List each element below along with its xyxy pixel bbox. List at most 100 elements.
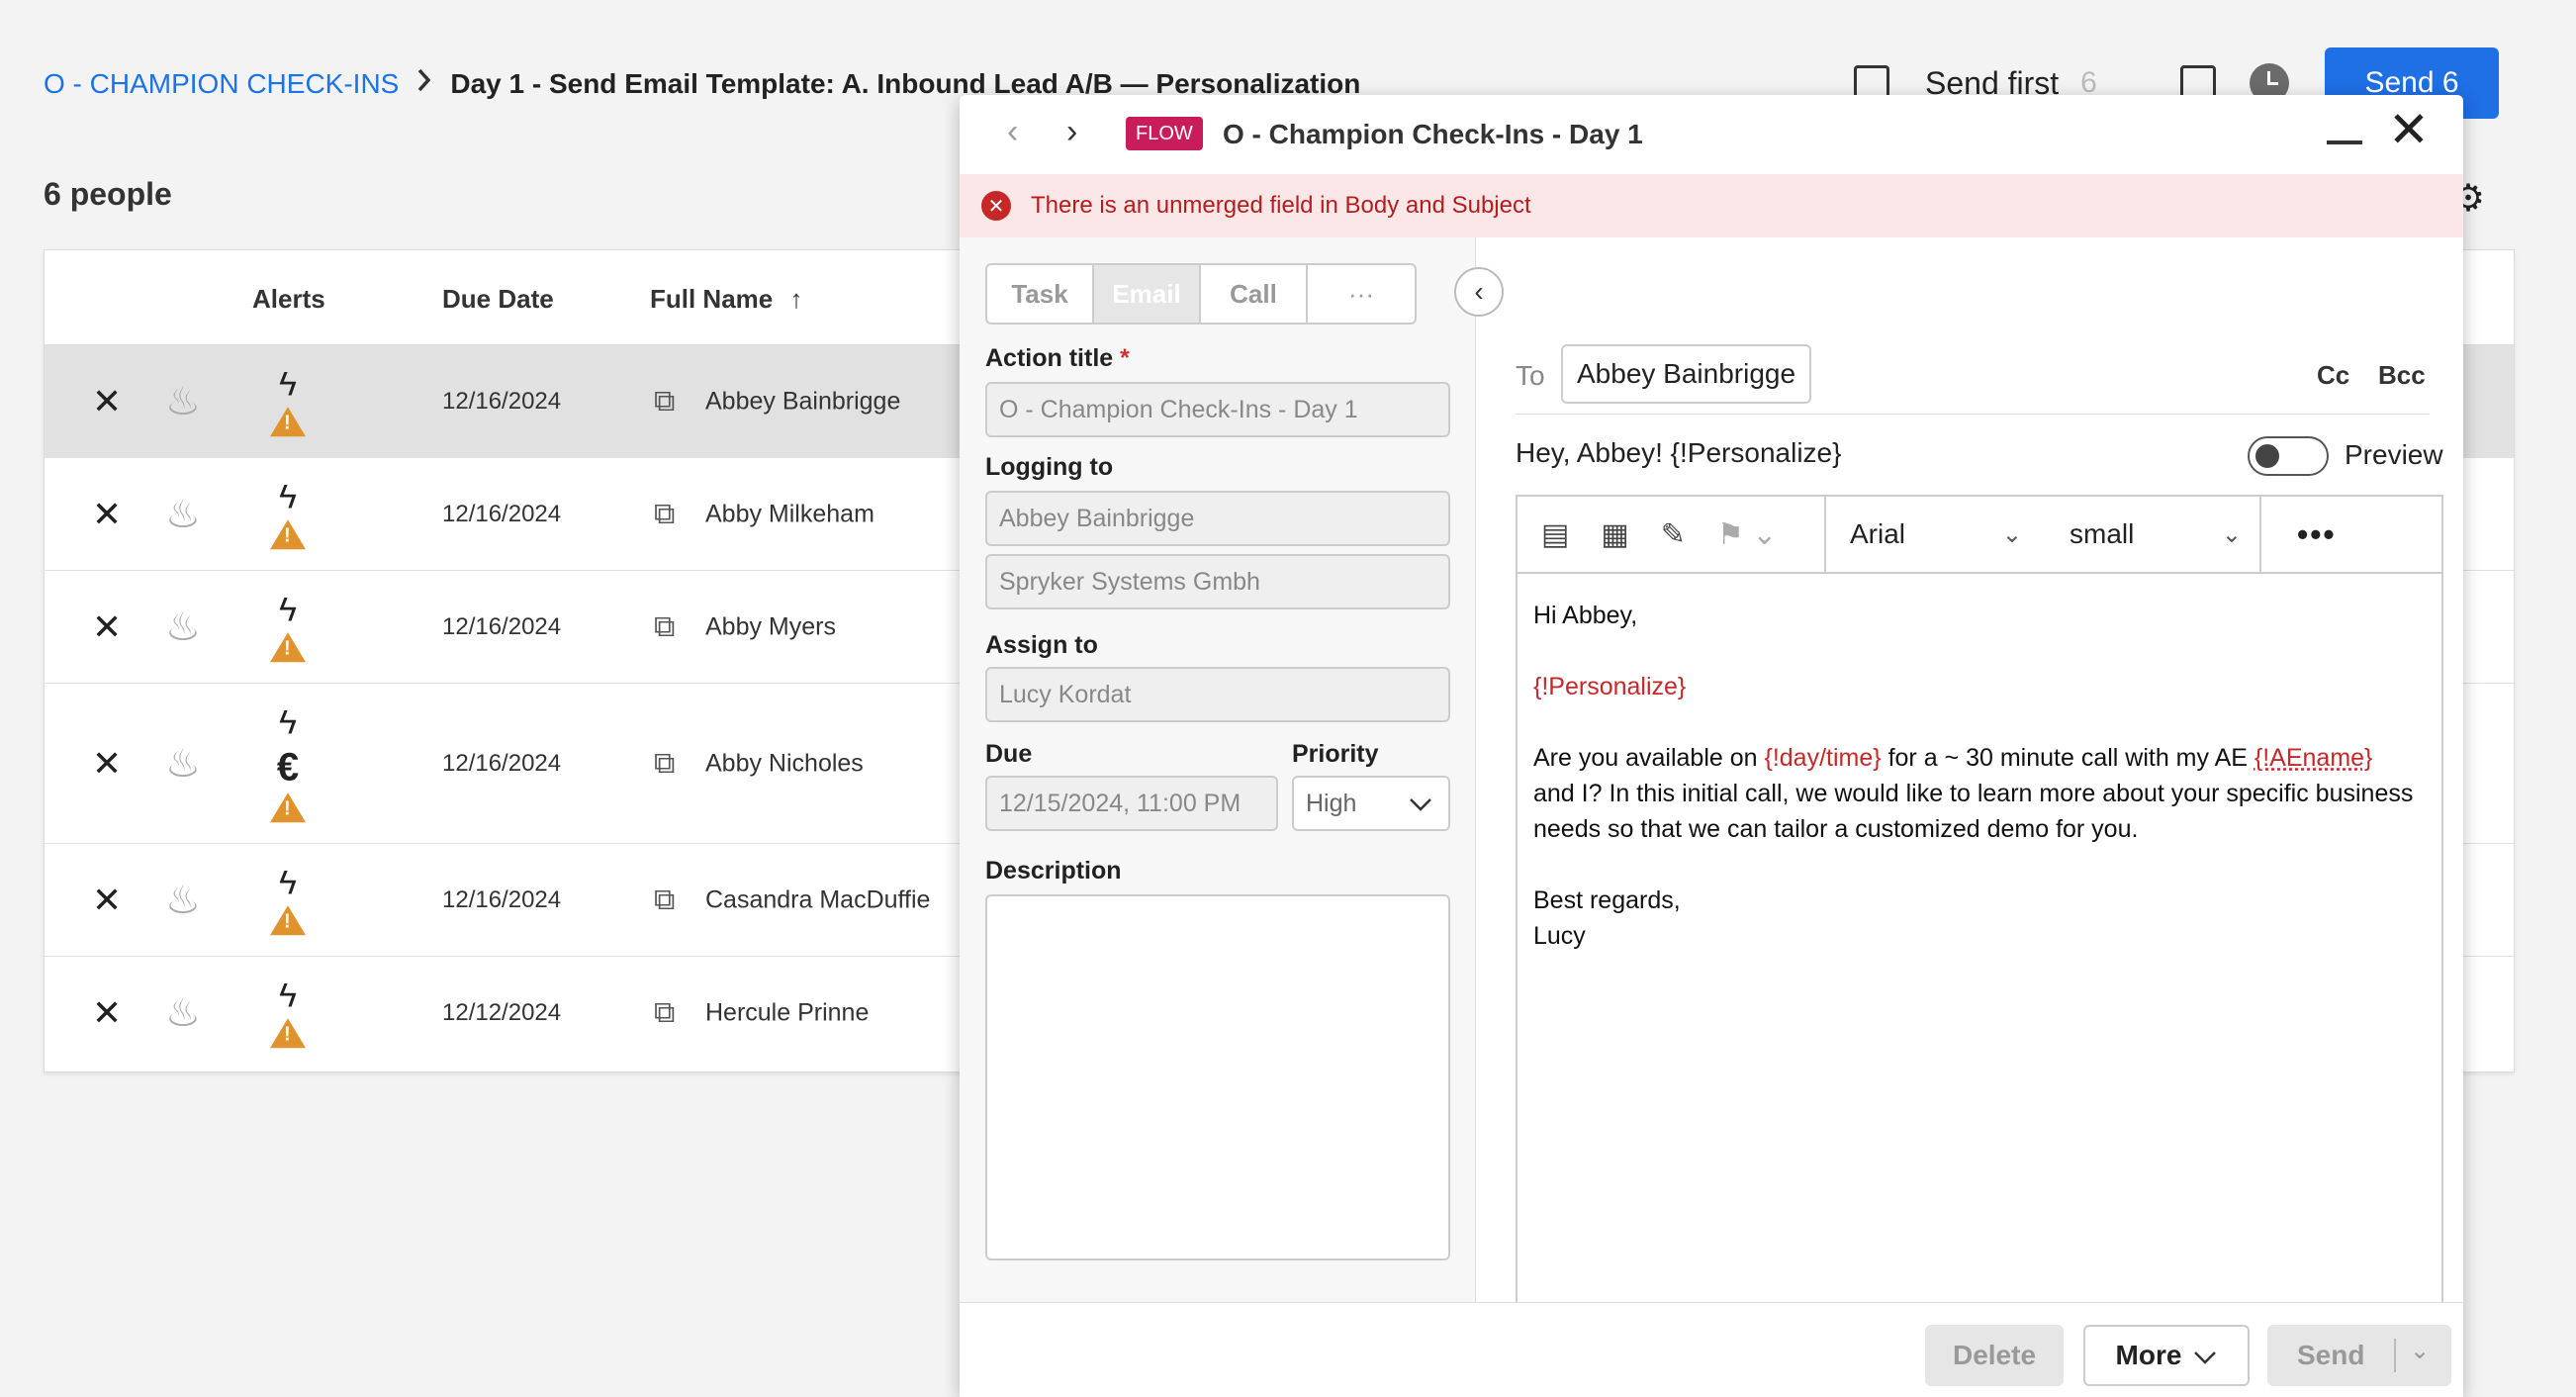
external-link-icon[interactable]: ⧉ — [654, 385, 675, 419]
tab-call[interactable]: Call — [1201, 265, 1308, 323]
body-text: and I? In this initial call, we would li… — [1533, 780, 2414, 843]
due-date: 12/16/2024 — [442, 885, 562, 913]
due-date-field[interactable]: 12/15/2024, 11:00 PM — [985, 776, 1278, 831]
column-header-due-date[interactable]: Due Date — [442, 284, 554, 315]
send-button[interactable]: Send ⌄ — [2267, 1325, 2451, 1386]
cc-button[interactable]: Cc — [2317, 360, 2349, 391]
full-name[interactable]: Abby Nicholes — [705, 749, 864, 778]
flame-icon[interactable]: ♨ — [165, 605, 201, 650]
flame-icon[interactable]: ♨ — [165, 492, 201, 537]
alerts-cell: ϟ — [270, 591, 306, 663]
warning-icon — [270, 407, 306, 437]
external-link-icon[interactable]: ⧉ — [654, 747, 675, 781]
flame-icon[interactable]: ♨ — [165, 878, 201, 923]
email-subject[interactable]: Hey, Abbey! {!Personalize} — [1516, 437, 1841, 469]
toolbar-icons: ▤ ▦ ✎ ⚑ ⌄ — [1518, 497, 1826, 572]
remove-icon[interactable]: ✕ — [92, 743, 122, 785]
full-name[interactable]: Abby Milkeham — [705, 500, 874, 528]
description-label: Description — [985, 857, 1122, 885]
alerts-cell: ϟ — [270, 977, 306, 1049]
lightning-icon: ϟ — [279, 477, 297, 515]
flame-icon[interactable]: ♨ — [165, 990, 201, 1036]
error-banner: ✕ There is an unmerged field in Body and… — [960, 174, 2463, 237]
external-link-icon[interactable]: ⧉ — [654, 996, 675, 1030]
external-link-icon[interactable]: ⧉ — [654, 610, 675, 644]
action-title-label-text: Action title — [985, 344, 1114, 372]
divider — [1516, 414, 2430, 415]
required-marker: * — [1120, 344, 1130, 372]
bcc-button[interactable]: Bcc — [2378, 360, 2426, 391]
external-link-icon[interactable]: ⧉ — [654, 498, 675, 531]
assign-to-label: Assign to — [985, 631, 1098, 659]
email-editor: ▤ ▦ ✎ ⚑ ⌄ Arial ⌄ small ⌄ ••• Hi Abbey, … — [1516, 495, 2443, 1397]
warning-icon — [270, 792, 306, 823]
assign-to-field[interactable]: Lucy Kordat — [985, 667, 1450, 722]
due-label: Due — [985, 740, 1033, 768]
sort-ascending-icon: ↑ — [789, 284, 803, 314]
preview-label: Preview — [2345, 439, 2443, 470]
body-signature: Lucy — [1533, 922, 1586, 950]
preview-toggle[interactable] — [2248, 436, 2329, 476]
task-modal: ‹ › FLOW O - Champion Check-Ins - Day 1 … — [960, 95, 2463, 1397]
logging-company-field[interactable]: Spryker Systems Gmbh — [985, 554, 1450, 609]
full-name[interactable]: Abby Myers — [705, 612, 836, 641]
minimize-icon[interactable] — [2327, 140, 2362, 144]
column-header-full-name[interactable]: Full Name ↑ — [650, 284, 802, 315]
alerts-cell: ϟ € — [270, 703, 306, 823]
chevron-down-icon[interactable]: ⌄ — [2410, 1337, 2430, 1365]
more-button[interactable]: More — [2083, 1325, 2250, 1386]
remove-icon[interactable]: ✕ — [92, 381, 122, 422]
chevron-down-icon[interactable]: ⌄ — [2222, 520, 2242, 549]
flame-icon[interactable]: ♨ — [165, 741, 201, 787]
tab-task[interactable]: Task — [987, 265, 1094, 323]
remove-icon[interactable]: ✕ — [92, 494, 122, 535]
lightning-icon: ϟ — [279, 977, 297, 1015]
description-textarea[interactable] — [985, 894, 1450, 1260]
breadcrumb-parent-link[interactable]: O - CHAMPION CHECK-INS — [44, 68, 399, 100]
priority-value: High — [1306, 789, 1357, 817]
font-size-select[interactable]: small — [2070, 518, 2222, 550]
logging-person-field[interactable]: Abbey Bainbrigge — [985, 491, 1450, 546]
full-name[interactable]: Casandra MacDuffie — [705, 885, 930, 914]
collapse-pane-icon[interactable]: ‹ — [1454, 267, 1504, 317]
priority-label: Priority — [1292, 740, 1379, 768]
chevron-left-icon[interactable]: ‹ — [1007, 113, 1018, 151]
remove-icon[interactable]: ✕ — [92, 992, 122, 1034]
delete-button[interactable]: Delete — [1925, 1325, 2064, 1386]
lightning-icon: ϟ — [279, 364, 297, 403]
column-header-alerts[interactable]: Alerts — [252, 284, 325, 315]
calendar-icon[interactable]: ▦ — [1601, 517, 1628, 552]
flame-icon[interactable]: ♨ — [165, 379, 201, 424]
font-family-select[interactable]: Arial — [1850, 518, 2002, 550]
template-icon[interactable]: ▤ — [1541, 517, 1569, 552]
more-options-icon[interactable]: ••• — [2261, 497, 2337, 572]
priority-select[interactable]: High — [1292, 776, 1450, 831]
logging-to-label: Logging to — [985, 453, 1114, 481]
chevron-down-icon[interactable]: ⌄ — [2002, 520, 2022, 549]
full-name[interactable]: Abbey Bainbrigge — [705, 387, 900, 416]
close-icon[interactable]: ✕ — [2388, 105, 2430, 154]
flow-badge: FLOW — [1126, 117, 1203, 150]
to-label: To — [1516, 360, 1545, 391]
alerts-cell: ϟ — [270, 364, 306, 437]
action-title-input[interactable]: O - Champion Check-Ins - Day 1 — [985, 382, 1450, 437]
recipient-chip[interactable]: Abbey Bainbrigge — [1561, 344, 1812, 404]
tab-more[interactable]: ··· — [1308, 265, 1415, 323]
stamp-icon[interactable]: ⚑ ⌄ — [1717, 517, 1777, 552]
action-title-label: Action title * — [985, 344, 1130, 373]
full-name[interactable]: Hercule Prinne — [705, 999, 869, 1028]
chevron-down-icon — [1409, 790, 1432, 818]
chevron-right-icon[interactable]: › — [1066, 113, 1077, 151]
merge-field-personalize: {!Personalize} — [1533, 673, 1687, 700]
due-date: 12/12/2024 — [442, 999, 562, 1026]
remove-icon[interactable]: ✕ — [92, 880, 122, 921]
external-link-icon[interactable]: ⧉ — [654, 884, 675, 917]
remove-icon[interactable]: ✕ — [92, 606, 122, 648]
editor-toolbar: ▤ ▦ ✎ ⚑ ⌄ Arial ⌄ small ⌄ ••• — [1518, 497, 2441, 574]
magic-wand-icon[interactable]: ✎ — [1661, 517, 1686, 552]
tab-email[interactable]: Email — [1094, 265, 1201, 323]
modal-footer: Delete More Send ⌄ — [960, 1302, 2463, 1397]
body-greeting: Hi Abbey, — [1533, 602, 1638, 629]
warning-icon — [270, 1018, 306, 1049]
email-body[interactable]: Hi Abbey, {!Personalize} Are you availab… — [1533, 598, 2424, 954]
